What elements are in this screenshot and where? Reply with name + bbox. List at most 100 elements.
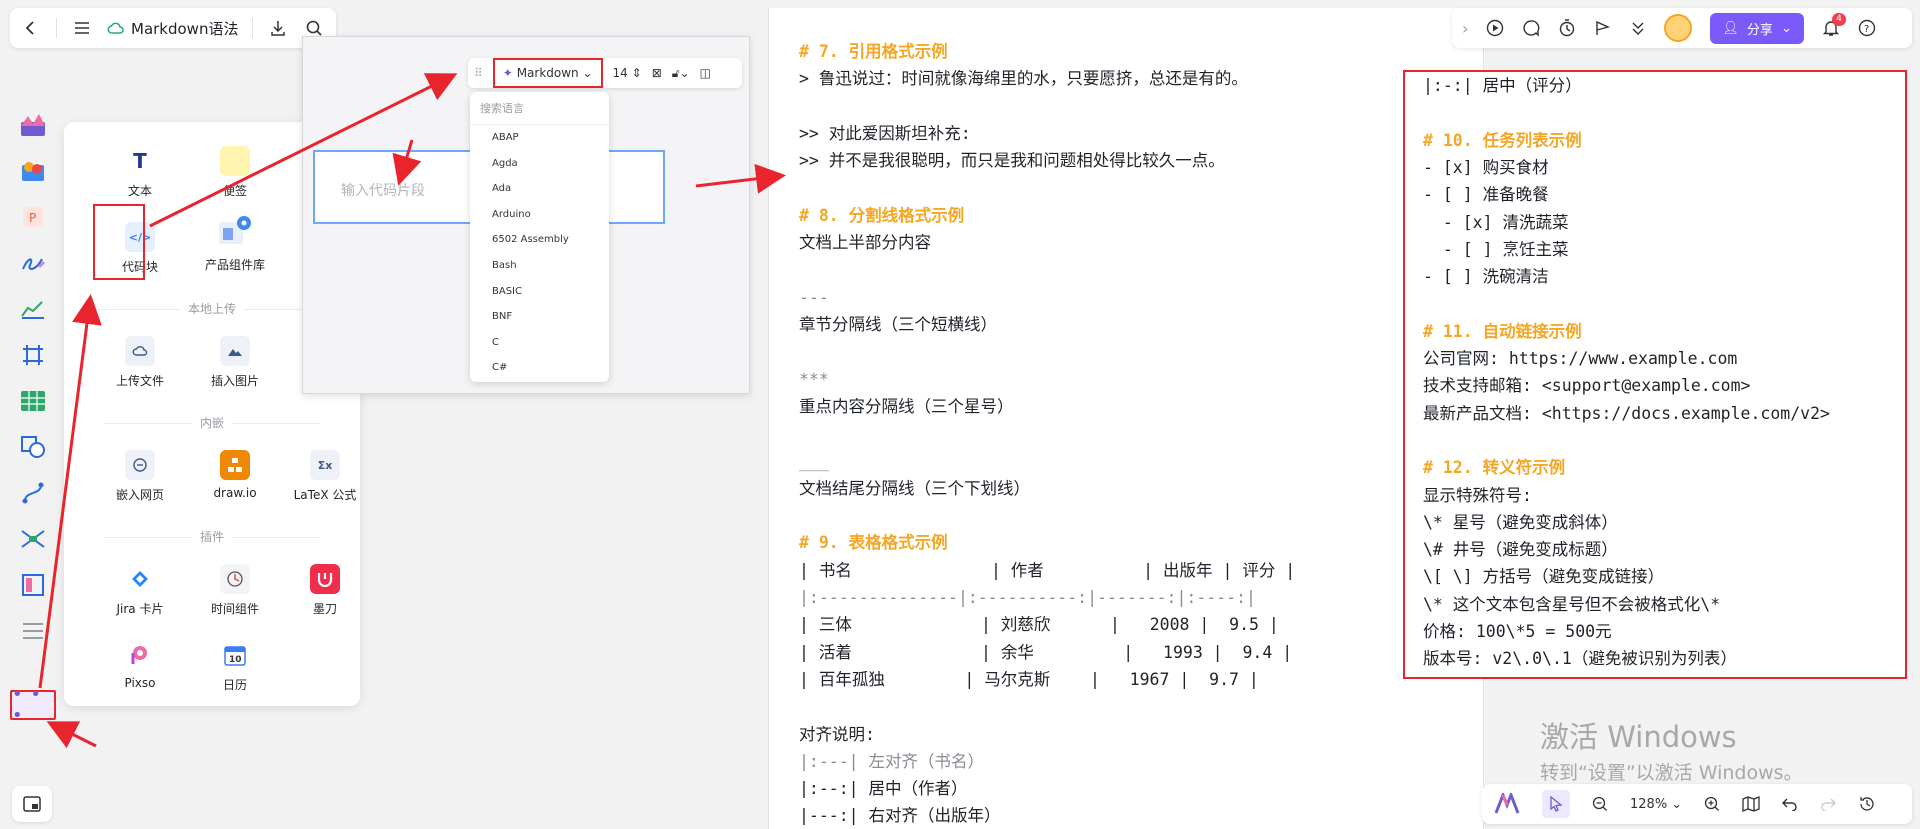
notification-icon[interactable]: 4 xyxy=(1822,13,1846,37)
user-avatar[interactable] xyxy=(1664,14,1693,42)
panel-item-sticky-note[interactable]: 便签 xyxy=(195,146,275,199)
doc-line: >> 并不是我很聪明，而只是我和问题相处得比较久一点。 xyxy=(799,151,1225,171)
language-options: ABAP Agda Ada Arduino 6502 Assembly Bash BASIC… xyxy=(470,125,609,381)
mindmap-icon[interactable] xyxy=(18,524,48,554)
language-option[interactable]: C# xyxy=(470,355,609,381)
doc-line: | 活着 | 余华 | 1993 | 9.4 | xyxy=(799,642,1293,662)
font-size-stepper[interactable]: 14 ⇕ xyxy=(613,66,642,80)
panel-item-text[interactable]: T 文本 xyxy=(100,146,180,199)
doc-line: \* 星号（避免变成斜体） xyxy=(1423,512,1618,532)
language-option[interactable]: Ada xyxy=(470,176,609,202)
panel-item-embed-web[interactable]: 嵌入网页 xyxy=(100,450,180,503)
more-tools-button[interactable]: • • • xyxy=(10,684,56,726)
back-icon[interactable] xyxy=(20,17,42,39)
redo-icon[interactable] xyxy=(1820,797,1837,811)
pen-icon[interactable] xyxy=(18,248,48,278)
pixso-icon xyxy=(125,640,155,670)
doc-line: - [ ] 准备晚餐 xyxy=(1423,185,1549,205)
doc-line: \* 这个文本包含星号但不会被格式化\* xyxy=(1423,594,1721,614)
language-option[interactable]: Arduino xyxy=(470,202,609,228)
ppt-icon[interactable]: P xyxy=(18,202,48,232)
hide-line-numbers-icon[interactable]: ⊠ xyxy=(652,66,662,80)
doc-line: # 10. 任务列表示例 xyxy=(1423,130,1582,150)
doc-line: 技术支持邮箱: <support@example.com> xyxy=(1423,376,1751,396)
doc-line: # 9. 表格格式示例 xyxy=(799,533,948,553)
doc-line: |:--:| 居中（作者） xyxy=(799,779,968,799)
doc-line: # 8. 分割线格式示例 xyxy=(799,205,965,225)
select-tool-icon[interactable] xyxy=(1542,790,1570,818)
lock-icon[interactable]: 🔓︎⌄ xyxy=(672,66,690,81)
table-icon[interactable] xyxy=(18,386,48,416)
shape-icon[interactable] xyxy=(18,432,48,462)
sticker-icon[interactable] xyxy=(18,156,48,186)
panel-item-latex[interactable]: Σx LaTeX 公式 xyxy=(290,450,360,503)
code-block-toolbar: ⠿ ✦ Markdown ⌄ 14 ⇕ ⊠ 🔓︎⌄ ◫ xyxy=(468,58,742,88)
drag-handle-icon[interactable]: ⠿ xyxy=(474,66,483,80)
language-option[interactable]: BASIC xyxy=(470,279,609,305)
markdown-document[interactable]: # 7. 引用格式示例 > 鲁迅说过：时间就像海绵里的水，只要愿挤，总还是有的。 >… xyxy=(768,8,1484,829)
frame-icon[interactable] xyxy=(18,340,48,370)
panel-item-modao[interactable]: 墨刀 xyxy=(290,564,360,617)
connector-icon[interactable] xyxy=(18,478,48,508)
sticky-note-icon xyxy=(220,146,250,176)
history-icon[interactable] xyxy=(1858,795,1876,813)
language-option[interactable]: Agda xyxy=(470,151,609,177)
panel-item-drawio[interactable]: draw.io xyxy=(195,450,275,500)
panel-item-time[interactable]: 时间组件 xyxy=(195,564,275,617)
doc-line: 重点内容分隔线（三个星号） xyxy=(799,396,1014,416)
language-option[interactable]: Bash xyxy=(470,253,609,279)
language-option[interactable]: ABAP xyxy=(470,125,609,151)
layout-icon[interactable] xyxy=(18,570,48,600)
cloud-upload-icon xyxy=(125,336,155,366)
comment-icon[interactable] xyxy=(1522,19,1540,37)
language-option[interactable]: BNF xyxy=(470,304,609,330)
template-icon[interactable] xyxy=(18,110,48,140)
language-option[interactable]: 6502 Assembly xyxy=(470,227,609,253)
download-icon[interactable] xyxy=(267,17,289,39)
doc-line: - [x] 购买食材 xyxy=(1423,157,1549,177)
zoom-out-icon[interactable] xyxy=(1592,796,1608,812)
doc-line: | 百年孤独 | 马尔克斯 | 1967 | 9.7 | xyxy=(799,669,1259,689)
panel-item-insert-image[interactable]: 插入图片 xyxy=(195,336,275,389)
drawio-icon xyxy=(220,450,250,480)
doc-title-area[interactable]: Markdown语法 xyxy=(107,18,238,39)
svg-text:P: P xyxy=(29,211,36,225)
panel-item-calendar[interactable]: 10 日历 xyxy=(195,640,275,693)
undo-icon[interactable] xyxy=(1782,797,1798,811)
collapse-icon[interactable] xyxy=(1630,20,1646,36)
doc-line: |---:| 右对齐（出版年） xyxy=(799,806,1001,826)
menu-icon[interactable] xyxy=(71,17,93,39)
list-icon[interactable] xyxy=(18,616,48,646)
vote-icon[interactable] xyxy=(1594,19,1612,37)
doc-line: > 鲁迅说过：时间就像海绵里的水，只要愿挤，总还是有的。 xyxy=(799,69,1248,89)
doc-line: # 12. 转义符示例 xyxy=(1423,458,1566,478)
doc-line: | 三体 | 刘慈欣 | 2008 | 9.5 | xyxy=(799,615,1279,635)
user-add-icon: 👤︎ xyxy=(1722,20,1739,36)
panel-item-component-library[interactable]: 产品组件库 xyxy=(195,214,275,273)
language-select[interactable]: ✦ Markdown ⌄ xyxy=(492,58,603,88)
play-icon[interactable] xyxy=(1486,19,1504,37)
svg-text:?: ? xyxy=(1864,24,1869,35)
zoom-level[interactable]: 128% ⌄ xyxy=(1630,797,1682,812)
sidebar-toggle-icon[interactable]: ◫ xyxy=(700,66,711,80)
map-view-icon[interactable] xyxy=(1742,796,1760,812)
language-option[interactable]: C xyxy=(470,330,609,356)
doc-line: 章节分隔线（三个短横线） xyxy=(799,315,997,334)
ai-logo-icon[interactable] xyxy=(1494,793,1520,815)
share-button[interactable]: 👤︎ 分享 ⌄ xyxy=(1710,12,1804,44)
markdown-document-continued[interactable]: |:-:| 居中（评分） # 10. 任务列表示例 - [x] 购买食材 - [ ] … xyxy=(1403,70,1907,679)
code-block-highlight xyxy=(93,204,145,280)
zoom-in-icon[interactable] xyxy=(1704,796,1720,812)
timer-icon[interactable] xyxy=(1558,19,1576,37)
formula-icon: Σx xyxy=(310,450,340,480)
chevron-down-icon: ⌄ xyxy=(1780,20,1792,36)
panel-item-pixso[interactable]: Pixso xyxy=(100,640,180,690)
minimap-button[interactable] xyxy=(12,786,52,822)
panel-item-jira[interactable]: Jira 卡片 xyxy=(100,564,180,617)
help-icon[interactable]: ? xyxy=(1858,19,1876,37)
chart-icon[interactable] xyxy=(18,294,48,324)
expand-icon[interactable]: › xyxy=(1462,19,1468,38)
doc-line: 显示特殊符号: xyxy=(1423,485,1532,505)
language-search-input[interactable]: 搜索语言 xyxy=(470,92,609,125)
panel-item-upload-file[interactable]: 上传文件 xyxy=(100,336,180,389)
